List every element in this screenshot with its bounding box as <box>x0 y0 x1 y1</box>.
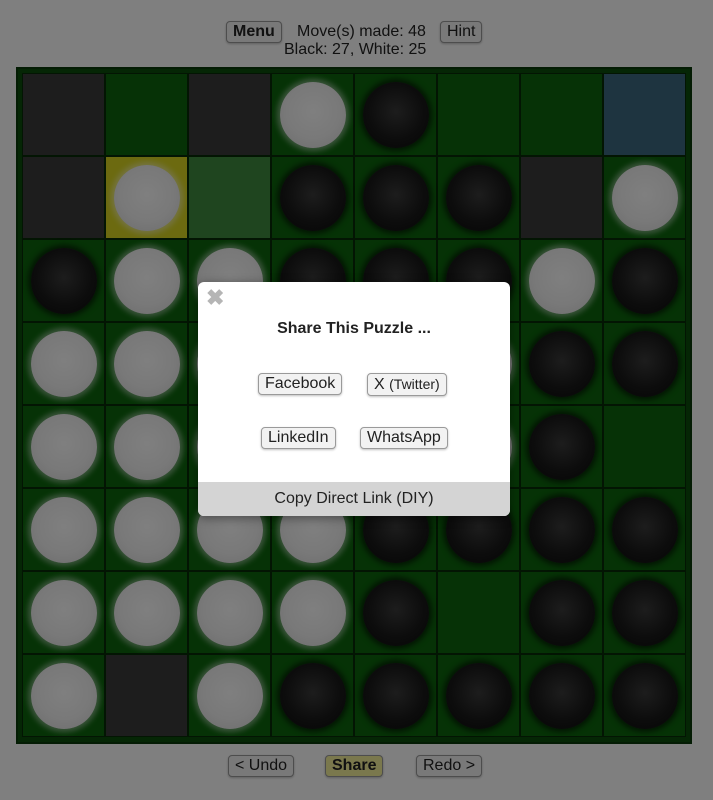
copy-link-button[interactable]: Copy Direct Link (DIY) <box>198 482 510 516</box>
x-sub-label: (Twitter) <box>389 376 440 392</box>
close-icon[interactable]: ✖ <box>206 287 226 309</box>
facebook-share-button[interactable]: Facebook <box>258 373 343 395</box>
whatsapp-share-button[interactable]: WhatsApp <box>360 427 448 449</box>
x-label: X <box>374 376 385 393</box>
dialog-title: Share This Puzzle ... <box>277 320 431 337</box>
x-share-button[interactable]: X (Twitter) <box>367 373 447 396</box>
share-dialog: ✖ Share This Puzzle ... Facebook X (Twit… <box>198 282 510 516</box>
linkedin-share-button[interactable]: LinkedIn <box>261 427 336 449</box>
